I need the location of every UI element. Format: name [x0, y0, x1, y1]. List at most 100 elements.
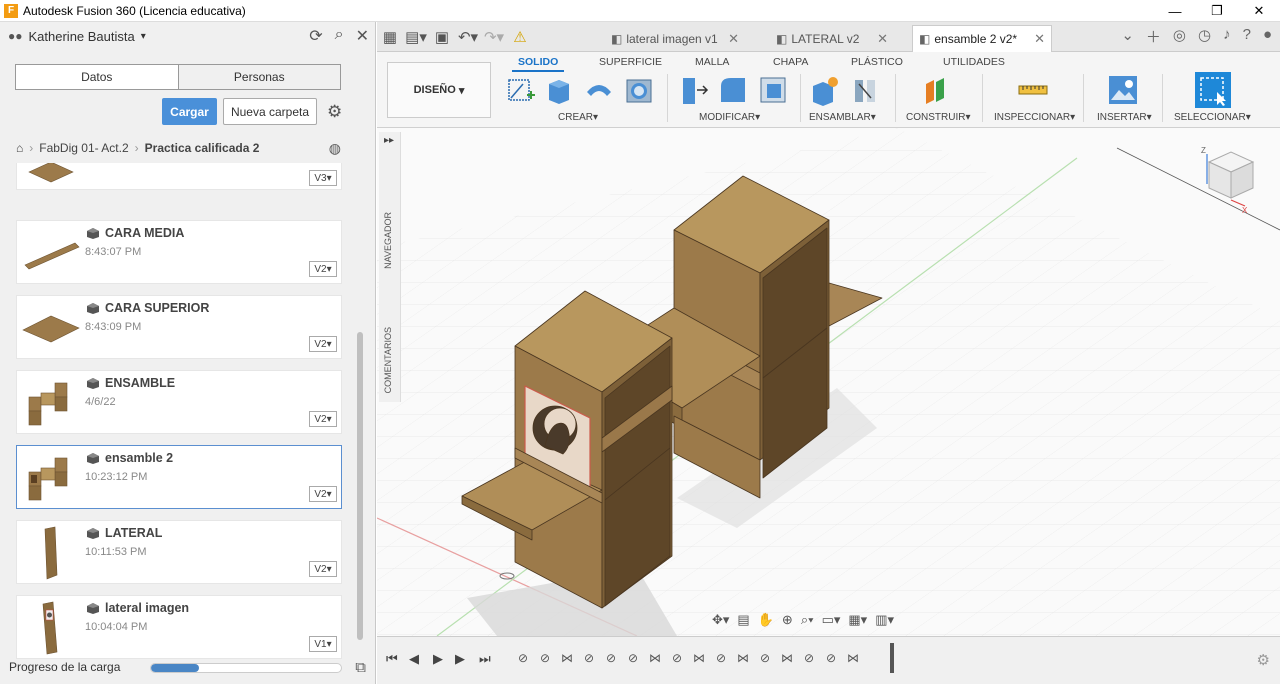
navegador-label[interactable]: NAVEGADOR [383, 212, 393, 269]
help-icon[interactable]: ? [1243, 26, 1251, 47]
home-icon[interactable]: ⌂ [16, 141, 23, 155]
save-icon[interactable]: ▣ [429, 28, 455, 46]
chamfer-icon[interactable] [757, 74, 789, 106]
version-dropdown[interactable]: V2 ▾ [309, 411, 337, 427]
press-pull-icon[interactable] [677, 74, 709, 106]
zoom-icon[interactable]: ⊕ [782, 612, 793, 628]
offset-plane-icon[interactable] [922, 74, 954, 106]
orbit-icon[interactable]: ✥▾ [712, 612, 729, 628]
list-item[interactable]: ENSAMBLE 4/6/22 V2 ▾ [16, 370, 342, 434]
step-back-icon[interactable]: ◀ [409, 651, 419, 667]
step-forward-icon[interactable]: ▶ [455, 651, 465, 667]
version-dropdown[interactable]: V3 ▾ [309, 170, 337, 186]
close-window-button[interactable]: ✕ [1238, 0, 1280, 22]
model-canvas[interactable] [377, 128, 1280, 636]
timeline-feature-icon[interactable]: ⋈ [691, 651, 707, 667]
expand-icon[interactable]: ▸▸ [384, 135, 394, 146]
timeline-feature-icon[interactable]: ⋈ [845, 651, 861, 667]
tab-malla[interactable]: MALLA [695, 56, 729, 68]
notifications-icon[interactable]: ♪ [1223, 26, 1231, 47]
external-link-icon[interactable]: ⧉ [355, 659, 366, 676]
version-dropdown[interactable]: V2 ▾ [309, 486, 337, 502]
extensions-icon[interactable]: ◎ [1173, 26, 1186, 47]
group-crear[interactable]: CREAR▾ [558, 112, 598, 123]
group-seleccionar[interactable]: SELECCIONAR▾ [1174, 112, 1251, 123]
chevron-down-icon[interactable]: ▾ [141, 31, 146, 42]
canvas-viewport[interactable]: Z X [377, 128, 1280, 636]
globe-icon[interactable]: ◍ [329, 140, 341, 157]
pan-icon[interactable]: ✋ [758, 612, 774, 628]
user-name[interactable]: Katherine Bautista [29, 29, 135, 44]
grid-settings-icon[interactable]: ▦▾ [848, 612, 867, 628]
job-status-icon[interactable]: ◷ [1198, 26, 1211, 47]
comentarios-label[interactable]: COMENTARIOS [383, 327, 393, 393]
close-tab-icon[interactable]: ✕ [1034, 31, 1045, 47]
version-dropdown[interactable]: V2 ▾ [309, 561, 337, 577]
display-settings-icon[interactable]: ▭▾ [822, 612, 841, 628]
timeline-feature-icon[interactable]: ⊘ [537, 651, 553, 667]
list-scrollbar[interactable] [357, 332, 363, 640]
group-construir[interactable]: CONSTRUIR▾ [906, 112, 970, 123]
timeline-feature-icon[interactable]: ⋈ [559, 651, 575, 667]
close-tab-icon[interactable]: ✕ [728, 31, 739, 47]
upload-button[interactable]: Cargar [162, 98, 217, 125]
timeline-feature-icon[interactable]: ⊘ [757, 651, 773, 667]
list-item-selected[interactable]: ensamble 2 10:23:12 PM V2 ▾ [16, 445, 342, 509]
revolve-icon[interactable] [583, 74, 615, 106]
timeline-feature-icon[interactable]: ⊘ [823, 651, 839, 667]
tab-solido[interactable]: SOLIDO [511, 56, 565, 72]
undo-icon[interactable]: ↶▾ [455, 28, 481, 46]
group-inspeccionar[interactable]: INSPECCIONAR▾ [994, 112, 1075, 123]
close-tab-icon[interactable]: ✕ [877, 31, 888, 47]
file-icon[interactable]: ▤▾ [403, 28, 429, 46]
timeline-feature-icon[interactable]: ⊘ [515, 651, 531, 667]
timeline-feature-icon[interactable]: ⋈ [647, 651, 663, 667]
timeline-feature-icon[interactable]: ⊘ [669, 651, 685, 667]
fit-icon[interactable]: ⌕▾ [801, 612, 814, 628]
list-item[interactable]: V3 ▾ [16, 163, 342, 190]
timeline-feature-icon[interactable]: ⊘ [625, 651, 641, 667]
new-component-icon[interactable] [809, 74, 841, 106]
viewports-icon[interactable]: ▥▾ [875, 612, 894, 628]
gear-icon[interactable]: ⚙ [327, 102, 342, 122]
measure-icon[interactable] [1017, 74, 1049, 106]
play-icon[interactable]: ▶ [433, 651, 443, 667]
tab-superficie[interactable]: SUPERFICIE [599, 56, 662, 68]
tab-datos[interactable]: Datos [16, 65, 179, 89]
breadcrumb-folder[interactable]: Practica calificada 2 [145, 141, 260, 155]
avatar[interactable]: ● [1263, 26, 1272, 47]
redo-icon[interactable]: ↷▾ [481, 28, 507, 46]
timeline-feature-icon[interactable]: ⊘ [581, 651, 597, 667]
tab-lateral[interactable]: ◧ LATERAL v2 ✕ [770, 25, 894, 52]
fillet-icon[interactable] [717, 74, 749, 106]
timeline-feature-icon[interactable]: ⋈ [735, 651, 751, 667]
go-to-end-icon[interactable]: ⏭ [479, 651, 491, 667]
search-icon[interactable]: ⌕ [335, 26, 344, 46]
list-item[interactable]: CARA SUPERIOR 8:43:09 PM V2 ▾ [16, 295, 342, 359]
viewcube[interactable]: Z X [1201, 144, 1261, 214]
timeline-feature-icon[interactable]: ⊘ [713, 651, 729, 667]
gear-icon[interactable]: ⚙ [1257, 651, 1270, 669]
warning-icon[interactable]: ⚠ [507, 28, 533, 46]
shell-icon[interactable] [623, 74, 655, 106]
version-dropdown[interactable]: V2 ▾ [309, 336, 337, 352]
timeline-marker[interactable] [890, 643, 894, 673]
create-sketch-icon[interactable] [505, 74, 537, 106]
tab-ensamble-2[interactable]: ◧ ensamble 2 v2* ✕ [912, 25, 1052, 52]
group-ensamblar[interactable]: ENSAMBLAR▾ [809, 112, 876, 123]
timeline-feature-icon[interactable]: ⊘ [801, 651, 817, 667]
close-icon[interactable]: ✕ [356, 26, 369, 46]
list-item[interactable]: LATERAL 10:11:53 PM V2 ▾ [16, 520, 342, 584]
timeline-feature-icon[interactable]: ⊘ [603, 651, 619, 667]
workspace-switcher[interactable]: DISEÑO ▾ [387, 62, 491, 118]
tab-lateral-imagen[interactable]: ◧ lateral imagen v1 ✕ [605, 25, 745, 52]
go-to-start-icon[interactable]: ⏮ [386, 651, 398, 667]
tab-personas[interactable]: Personas [178, 65, 340, 89]
tab-utilidades[interactable]: UTILIDADES [943, 56, 1005, 68]
version-dropdown[interactable]: V2 ▾ [309, 261, 337, 277]
app-grid-icon[interactable]: ▦ [377, 28, 403, 46]
restore-button[interactable]: ❐ [1196, 0, 1238, 22]
extrude-icon[interactable] [543, 74, 575, 106]
new-folder-button[interactable]: Nueva carpeta [223, 98, 317, 125]
group-modificar[interactable]: MODIFICAR▾ [699, 112, 760, 123]
